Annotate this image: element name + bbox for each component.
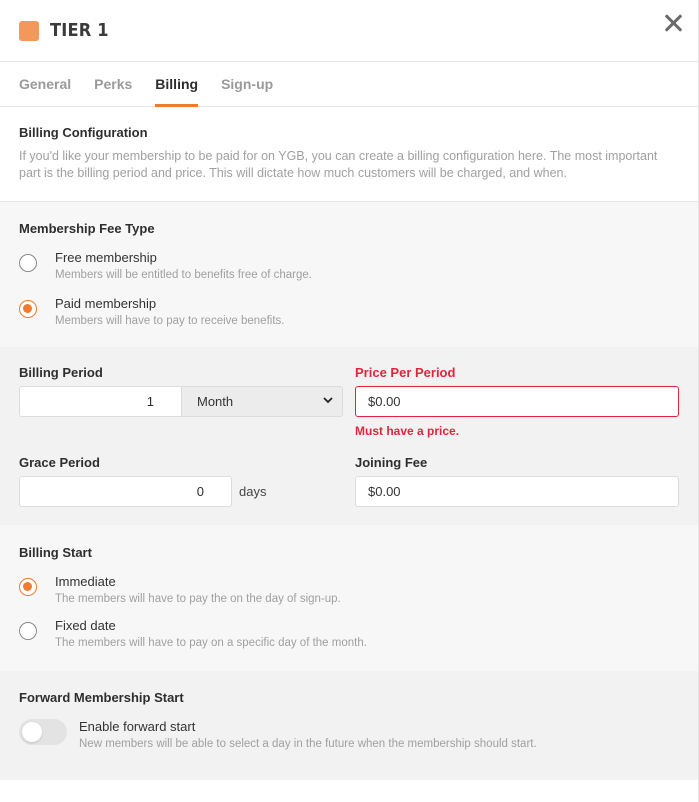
toggle-label: Enable forward start [79,719,196,734]
tier-modal: TIER 1 General Perks Billing Sign-up Bil… [0,0,699,802]
joining-fee-input[interactable]: $0.00 [355,476,679,507]
price-per-period-field: Price Per Period $0.00 Must have a price… [355,365,679,438]
forward-start-toggle[interactable] [19,719,67,745]
fee-type-title: Membership Fee Type [19,221,155,236]
radio-immediate[interactable]: Immediate The members will have to pay t… [19,574,679,605]
fee-type-section: Membership Fee Type Free membership Memb… [0,202,698,347]
radio-description: Members will have to pay to receive bene… [55,315,285,327]
modal-header: TIER 1 [0,0,698,62]
billing-period-unit-select[interactable]: Month [181,386,343,417]
billing-config-description: If you'd like your membership to be paid… [19,149,658,180]
radio-label: Immediate [55,574,116,589]
radio-description: The members will have to pay the on the … [55,593,341,605]
radio-description: Members will be entitled to benefits fre… [55,269,312,281]
billing-period-field: Billing Period 1 Month [19,365,343,438]
joining-fee-value: $0.00 [368,484,401,499]
radio-button[interactable] [19,578,37,596]
tab-billing[interactable]: Billing [155,76,198,107]
modal-title: TIER 1 [50,20,109,41]
price-value: $0.00 [368,394,401,409]
radio-description: The members will have to pay on a specif… [55,637,367,649]
billing-config-title: Billing Configuration [19,125,148,140]
grace-period-unit: days [239,484,267,499]
close-icon[interactable] [662,12,684,34]
grace-period-field: Grace Period 0 days [19,455,343,507]
price-per-period-input[interactable]: $0.00 [355,386,679,417]
radio-label: Free membership [55,250,157,265]
tab-sign-up[interactable]: Sign-up [221,76,273,106]
billing-start-section: Billing Start Immediate The members will… [0,525,698,671]
price-error-message: Must have a price. [355,424,460,438]
tab-general[interactable]: General [19,76,71,106]
billing-start-title: Billing Start [19,545,92,560]
radio-button[interactable] [19,300,37,318]
grace-period-label: Grace Period [19,455,100,470]
grace-period-input[interactable]: 0 [19,476,232,507]
chevron-down-icon [323,397,333,406]
billing-period-label: Billing Period [19,365,103,380]
radio-fixed-date[interactable]: Fixed date The members will have to pay … [19,618,679,649]
billing-intro: Billing Configuration If you'd like your… [0,107,698,202]
forward-start-toggle-row: Enable forward start New members will be… [19,719,679,750]
billing-fields-section: Billing Period 1 Month Price Per Period … [0,347,698,525]
toggle-description: New members will be able to select a day… [79,738,537,750]
radio-button[interactable] [19,254,37,272]
joining-fee-label: Joining Fee [355,455,428,470]
tab-perks[interactable]: Perks [94,76,132,106]
price-per-period-label: Price Per Period [355,365,456,380]
radio-label: Fixed date [55,618,116,633]
tier-color-swatch [19,20,39,41]
radio-free-membership[interactable]: Free membership Members will be entitled… [19,250,679,281]
forward-start-section: Forward Membership Start Enable forward … [0,671,698,780]
tab-bar: General Perks Billing Sign-up [0,62,698,107]
forward-start-title: Forward Membership Start [19,690,184,705]
radio-button[interactable] [19,622,37,640]
joining-fee-field: Joining Fee $0.00 [355,455,679,507]
billing-period-unit-value: Month [197,394,234,409]
radio-label: Paid membership [55,296,157,311]
radio-paid-membership[interactable]: Paid membership Members will have to pay… [19,296,679,327]
billing-period-input[interactable]: 1 [19,386,181,417]
